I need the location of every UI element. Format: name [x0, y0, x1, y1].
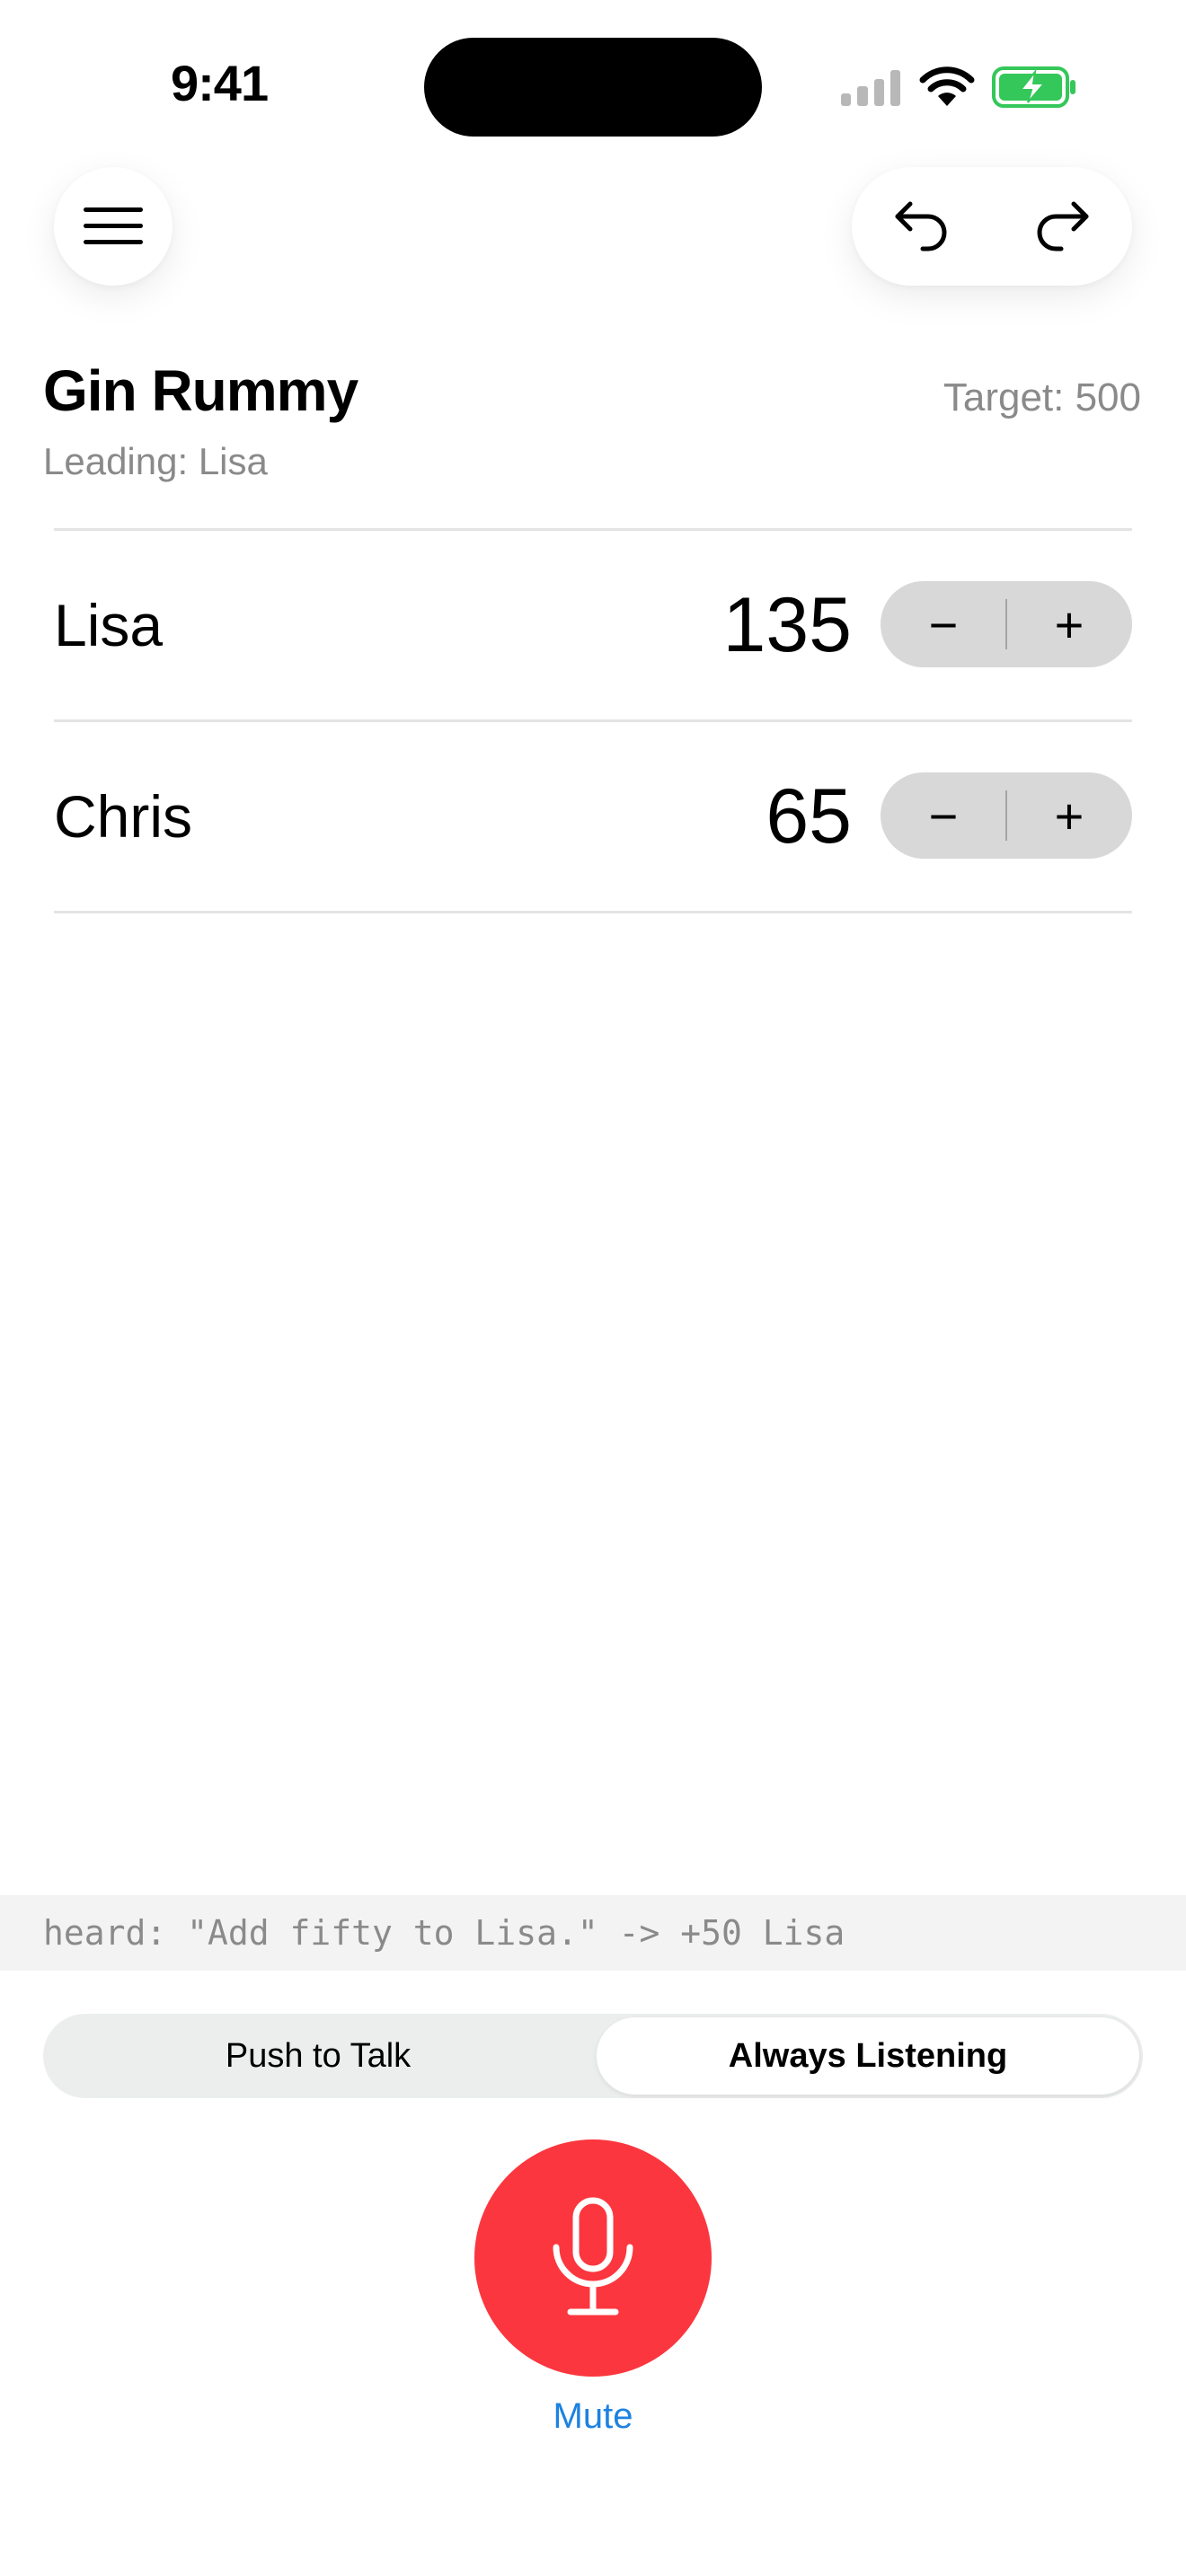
microphone-icon — [553, 2197, 633, 2316]
menu-button[interactable] — [54, 167, 173, 286]
target-score: Target: 500 — [943, 375, 1141, 419]
wifi-icon — [919, 66, 975, 106]
redo-button[interactable] — [992, 167, 1132, 286]
player-score: 135 — [722, 582, 853, 668]
undo-arrow-icon — [895, 201, 947, 251]
voice-transcript-strip: heard: "Add fifty to Lisa." -> +50 Lisa — [0, 1895, 1186, 1971]
dynamic-island — [424, 38, 762, 137]
mute-label[interactable]: Mute — [0, 2396, 1186, 2437]
player-row: Lisa 135 − + — [54, 531, 1132, 719]
push-to-talk-option[interactable]: Push to Talk — [47, 2017, 589, 2095]
undo-redo-group — [852, 167, 1132, 286]
microphone-button[interactable] — [474, 2139, 712, 2377]
leading-player: Leading: Lisa — [43, 440, 268, 482]
increment-button[interactable]: + — [1006, 772, 1132, 859]
always-listening-option[interactable]: Always Listening — [597, 2017, 1139, 2095]
score-stepper: − + — [881, 772, 1132, 859]
player-row: Chris 65 − + — [54, 722, 1132, 911]
game-title: Gin Rummy — [43, 358, 358, 423]
hamburger-menu-icon — [84, 207, 143, 244]
redo-arrow-icon — [1037, 201, 1089, 251]
battery-charging-icon — [992, 66, 1075, 108]
voice-transcript: heard: "Add fifty to Lisa." -> +50 Lisa — [43, 1913, 845, 1953]
player-score: 65 — [766, 773, 852, 860]
divider — [54, 911, 1132, 913]
status-time: 9:41 — [171, 55, 269, 111]
score-stepper: − + — [881, 581, 1132, 667]
listening-mode-control: Push to Talk Always Listening — [43, 2014, 1143, 2098]
decrement-button[interactable]: − — [881, 581, 1006, 667]
undo-button[interactable] — [852, 167, 992, 286]
player-name: Chris — [54, 783, 193, 850]
cellular-signal-icon — [841, 68, 900, 106]
increment-button[interactable]: + — [1006, 581, 1132, 667]
player-name: Lisa — [54, 592, 164, 658]
decrement-button[interactable]: − — [881, 772, 1006, 859]
